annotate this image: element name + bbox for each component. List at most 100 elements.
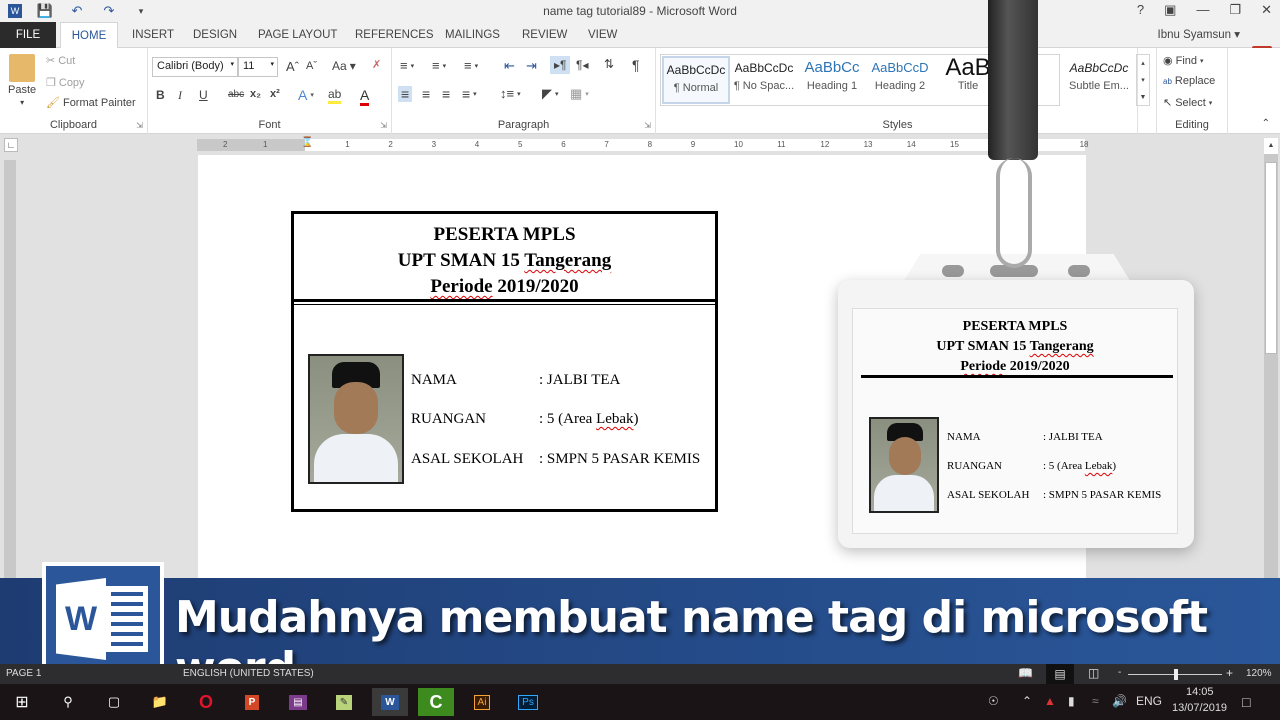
wifi-icon[interactable]: ≈	[1092, 694, 1099, 708]
cut-button[interactable]: ✂ Cut	[46, 54, 75, 68]
tray-app-icon[interactable]: ▲	[1044, 694, 1056, 708]
change-case-button[interactable]: Aa ▾	[332, 59, 356, 73]
zoom-slider-thumb[interactable]	[1174, 669, 1178, 680]
style-no-spacing[interactable]: AaBbCcDc ¶ No Spac...	[730, 56, 798, 104]
superscript-button[interactable]: x²	[270, 88, 280, 100]
increase-indent-button[interactable]: ⇥	[526, 58, 537, 74]
clear-formatting-icon[interactable]: ✗	[372, 58, 381, 71]
show-marks-button[interactable]: ¶	[632, 57, 640, 73]
student-photo[interactable]	[308, 354, 404, 484]
winrar-icon[interactable]: ▤	[280, 688, 316, 716]
style-subtle-emphasis[interactable]: AaBbCcDc Subtle Em...	[1066, 56, 1132, 104]
people-icon[interactable]: ☉	[988, 694, 999, 708]
borders-button[interactable]: ▦ ▾	[570, 86, 589, 102]
illustrator-icon[interactable]: Ai	[464, 688, 500, 716]
battery-icon[interactable]: ▮	[1068, 694, 1075, 708]
text-effects-button[interactable]: A ▾	[298, 87, 314, 103]
dialog-launcher-icon[interactable]: ⇲	[136, 121, 143, 130]
italic-button[interactable]: I	[178, 88, 182, 103]
camtasia-icon[interactable]: C	[418, 688, 454, 716]
sort-button[interactable]: ⇅	[604, 57, 614, 71]
windows-start-icon[interactable]: ⊞	[4, 688, 40, 716]
user-account[interactable]: Ibnu Syamsun ▾	[1158, 27, 1240, 41]
zoom-out-button[interactable]: -	[1118, 667, 1121, 678]
align-right-button[interactable]: ≡	[442, 86, 450, 102]
word-taskbar-icon[interactable]: W	[372, 688, 408, 716]
close-button[interactable]: ✕	[1261, 2, 1272, 18]
copy-button[interactable]: ❐ Copy	[46, 76, 85, 90]
find-button[interactable]: ◉ Find ▾	[1163, 54, 1204, 68]
align-center-button[interactable]: ≡	[422, 86, 430, 102]
show-hidden-icons[interactable]: ⌃	[1022, 694, 1032, 708]
ltr-button[interactable]: ▸¶	[550, 56, 571, 74]
input-language[interactable]: ENG	[1136, 694, 1162, 708]
file-explorer-icon[interactable]: 📁	[142, 688, 178, 716]
replace-button[interactable]: ab Replace	[1163, 75, 1215, 87]
volume-icon[interactable]: 🔊	[1112, 694, 1127, 708]
align-left-button[interactable]: ≡	[398, 86, 413, 102]
photoshop-icon[interactable]: Ps	[510, 688, 546, 716]
format-painter-button[interactable]: 🖌 Format Painter	[46, 96, 136, 110]
font-name-input[interactable]: Calibri (Body) ▾	[152, 57, 238, 77]
tab-file[interactable]: FILE	[0, 22, 56, 48]
select-button[interactable]: ↖ Select ▾	[1163, 96, 1212, 110]
bullets-button[interactable]: ≡ ▾	[400, 58, 414, 73]
indent-marker[interactable]: ⌛	[301, 137, 313, 148]
page-indicator[interactable]: PAGE 1	[6, 668, 41, 679]
dialog-launcher-icon[interactable]: ⇲	[380, 121, 387, 130]
tab-view[interactable]: VIEW	[578, 22, 627, 48]
clock-time[interactable]: 14:05	[1186, 686, 1214, 698]
strikethrough-button[interactable]: abc	[228, 89, 244, 100]
grow-font-button[interactable]: Aˆ	[286, 59, 299, 74]
style-heading-1[interactable]: AaBbCc Heading 1	[798, 56, 866, 104]
maximize-button[interactable]: ❐	[1229, 2, 1241, 18]
action-center-icon[interactable]: □	[1242, 694, 1250, 710]
notepad-icon[interactable]: ✎	[326, 688, 362, 716]
horizontal-ruler[interactable]: 2 1 ⌛ 1 2 3 4 5 6 7 8 9 10 11 12 13 14 15 18	[197, 137, 1089, 151]
highlight-color-button[interactable]: ab	[328, 87, 342, 104]
tab-mailings[interactable]: MAILINGS	[435, 22, 510, 48]
tab-selector[interactable]: ∟	[4, 138, 18, 152]
minimize-button[interactable]: —	[1196, 2, 1209, 18]
ribbon-display-icon[interactable]: ▣	[1164, 2, 1176, 18]
decrease-indent-button[interactable]: ⇤	[504, 58, 515, 74]
rtl-button[interactable]: ¶◂	[576, 58, 588, 72]
line-spacing-button[interactable]: ↕≡ ▾	[500, 86, 521, 101]
subscript-button[interactable]: x₂	[250, 88, 261, 100]
name-tag-table[interactable]: PESERTA MPLS UPT SMAN 15 Tangerang Perio…	[291, 211, 718, 512]
style-heading-2[interactable]: AaBbCcD Heading 2	[866, 56, 934, 104]
tab-references[interactable]: REFERENCES	[345, 22, 444, 48]
paste-button[interactable]: Paste ▾	[8, 54, 36, 107]
multilevel-list-button[interactable]: ≡ ▾	[464, 58, 478, 73]
opera-icon[interactable]: O	[188, 688, 224, 716]
tab-page-layout[interactable]: PAGE LAYOUT	[248, 22, 347, 48]
font-size-input[interactable]: 11 ▾	[238, 57, 278, 77]
collapse-ribbon-icon[interactable]: ⌃	[1262, 118, 1270, 129]
tab-home[interactable]: HOME	[60, 22, 118, 48]
web-layout-icon[interactable]: ◫	[1088, 666, 1099, 680]
tab-review[interactable]: REVIEW	[512, 22, 577, 48]
justify-button[interactable]: ≡ ▾	[462, 86, 477, 102]
dialog-launcher-icon[interactable]: ⇲	[644, 121, 651, 130]
tab-insert[interactable]: INSERT	[122, 22, 184, 48]
tab-design[interactable]: DESIGN	[183, 22, 247, 48]
font-color-button[interactable]: A	[360, 87, 370, 106]
read-mode-icon[interactable]: 📖	[1018, 666, 1033, 680]
search-icon[interactable]: ⚲	[50, 688, 86, 716]
vertical-scrollbar[interactable]: ▲	[1264, 138, 1278, 578]
clock-date[interactable]: 13/07/2019	[1172, 702, 1227, 714]
scroll-up-icon[interactable]: ▲	[1264, 138, 1278, 154]
shrink-font-button[interactable]: Aˇ	[306, 60, 317, 72]
task-view-icon[interactable]: ▢	[96, 688, 132, 716]
underline-button[interactable]: U	[199, 88, 208, 102]
vertical-ruler[interactable]	[4, 160, 16, 580]
zoom-slider[interactable]	[1128, 669, 1222, 680]
zoom-level[interactable]: 120%	[1246, 668, 1272, 679]
scroll-thumb[interactable]	[1265, 162, 1277, 354]
shading-button[interactable]: ◤ ▾	[542, 86, 559, 102]
style-normal[interactable]: AaBbCcDc ¶ Normal	[662, 56, 730, 104]
powerpoint-icon[interactable]: P	[234, 688, 270, 716]
help-icon[interactable]: ?	[1137, 2, 1144, 18]
print-layout-icon[interactable]: ▤	[1046, 664, 1074, 684]
bold-button[interactable]: B	[156, 88, 165, 102]
